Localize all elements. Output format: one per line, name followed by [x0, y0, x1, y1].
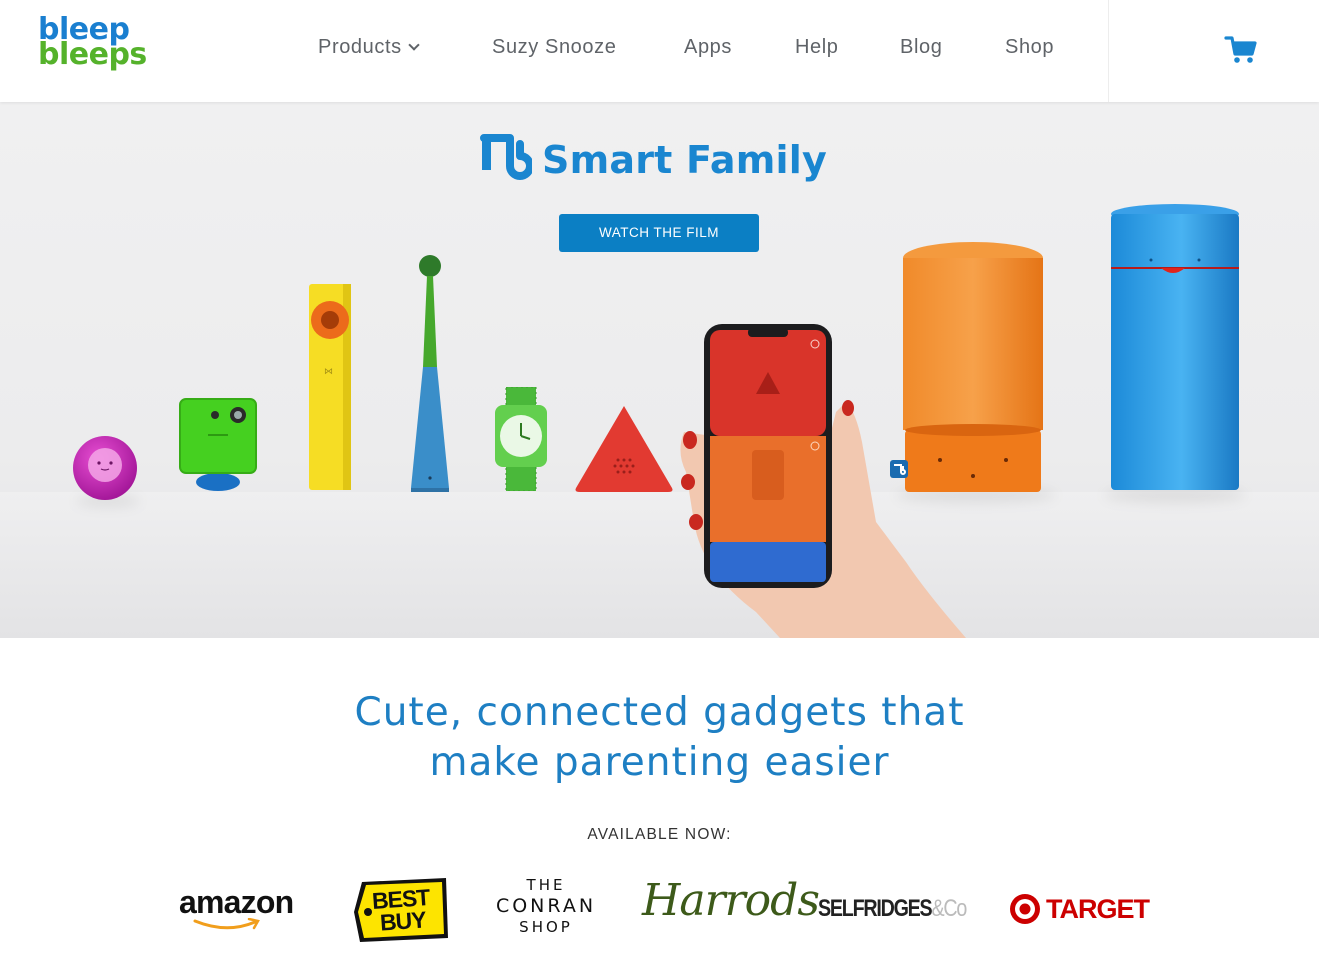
nav-item-shop[interactable]: Shop	[1005, 36, 1054, 59]
hero-title: Smart Family	[542, 138, 827, 182]
available-now-label: AVAILABLE NOW:	[587, 826, 732, 843]
bleep-bleeps-logo[interactable]: bleep bleeps	[38, 15, 147, 72]
site-header: bleep bleeps Products Suzy Snooze Apps H…	[0, 0, 1319, 102]
header-divider	[1108, 0, 1109, 102]
amazon-smile-icon	[193, 918, 260, 930]
retailer-harrods-logo[interactable]: Harrods	[642, 875, 820, 926]
watch-the-film-button[interactable]: WATCH THE FILM	[559, 214, 759, 252]
green-camera-gadget	[179, 398, 257, 491]
nav-item-apps[interactable]: Apps	[684, 36, 732, 59]
tagline: Cute, connected gadgets that make parent…	[0, 688, 1319, 788]
hero-floor	[0, 492, 1319, 638]
retailer-target-logo[interactable]: TARGET	[1009, 893, 1150, 925]
tagline-line-1: Cute, connected gadgets that	[354, 690, 965, 735]
hero-banner: Smart Family WATCH THE FILM ⋈	[0, 102, 1319, 638]
orange-cylinder-gadget	[903, 242, 1043, 492]
pink-ball-gadget	[73, 436, 137, 500]
nav-item-blog[interactable]: Blog	[900, 36, 942, 59]
tagline-line-2: make parenting easier	[429, 740, 890, 785]
cart-icon[interactable]	[1224, 34, 1258, 66]
conran-line-3: SHOP	[519, 918, 573, 936]
nav-item-suzy-snooze[interactable]: Suzy Snooze	[492, 36, 616, 59]
blue-cylinder-gadget	[1111, 204, 1239, 490]
best-buy-line-2: BUY	[379, 906, 427, 936]
yellow-tall-gadget: ⋈	[309, 284, 351, 490]
selfridges-wordmark: SELFRIDGES	[818, 895, 933, 922]
smart-family-brand: Smart Family	[480, 132, 827, 188]
nav-item-products[interactable]: Products	[318, 36, 420, 59]
smart-family-logo-icon	[480, 134, 532, 180]
target-wordmark: TARGET	[1046, 893, 1150, 924]
retailer-selfridges-logo[interactable]: SELFRIDGES&Co	[818, 895, 967, 923]
nav-item-products-label: Products	[318, 36, 402, 58]
retailer-best-buy-logo[interactable]: BEST BUY	[352, 876, 450, 942]
green-watch-gadget	[495, 387, 547, 491]
svg-text:⋈: ⋈	[324, 367, 333, 377]
chevron-down-icon	[408, 39, 420, 51]
retailer-conran-shop-logo[interactable]: THE CONRAN SHOP	[486, 876, 606, 936]
nav-item-help[interactable]: Help	[795, 36, 839, 59]
conran-line-2: CONRAN	[495, 895, 597, 917]
retailer-amazon-logo[interactable]: amazon	[179, 884, 294, 930]
target-bullseye-icon	[1010, 894, 1040, 924]
selfridges-co: &Co	[931, 895, 967, 922]
small-blue-badge-icon	[890, 460, 908, 478]
blue-cone-gadget	[411, 255, 449, 492]
conran-line-1: THE	[526, 876, 566, 894]
logo-line-2: bleeps	[38, 36, 147, 72]
red-triangle-gadget	[575, 406, 673, 492]
amazon-wordmark: amazon	[179, 884, 294, 920]
